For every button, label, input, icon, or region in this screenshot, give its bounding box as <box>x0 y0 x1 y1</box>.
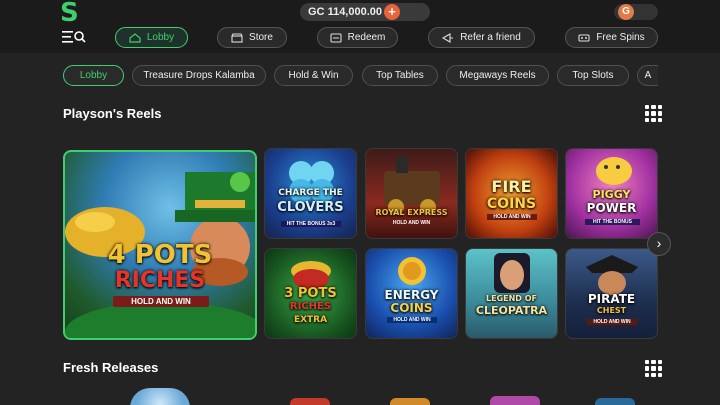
game-tile-peek[interactable] <box>290 398 330 405</box>
category-chip-more[interactable]: A <box>637 65 658 86</box>
game-tile-peek[interactable] <box>595 398 635 405</box>
category-chip-lobby[interactable]: Lobby <box>63 65 124 86</box>
category-row: Lobby Treasure Drops Kalamba Hold & Win … <box>0 62 720 88</box>
category-chip-megaways[interactable]: Megaways Reels <box>446 65 549 86</box>
game-title-line2: RICHES <box>289 301 332 312</box>
game-subtitle: HIT THE BONUS 3x3 <box>281 221 341 227</box>
game-tile-peek[interactable] <box>130 388 190 405</box>
profile-menu[interactable]: G <box>614 4 658 20</box>
avatar[interactable]: G <box>618 4 634 20</box>
game-title-line1: 4 POTS <box>107 240 213 270</box>
nav-redeem-label: Redeem <box>347 32 386 43</box>
currency-label: GC <box>308 6 325 18</box>
category-chip-top-tables[interactable]: Top Tables <box>362 65 438 86</box>
game-title-line1: PIRATE <box>587 292 636 306</box>
nav-store-button[interactable]: Store <box>217 27 287 48</box>
game-tile-3-pots-riches-extra[interactable]: 3 POTS RICHES EXTRA <box>264 248 357 339</box>
redeem-icon <box>330 32 342 43</box>
view-all-grid-icon[interactable] <box>645 360 662 377</box>
game-subtitle: HIT THE BONUS <box>585 219 640 225</box>
game-tile-charge-the-clovers[interactable]: CHARGE THE CLOVERS HIT THE BONUS 3x3 <box>264 148 357 239</box>
game-title-line2: CLEOPATRA <box>475 304 548 317</box>
balance-display: GC 114,000.00 + <box>300 3 430 21</box>
game-title-line1: 3 POTS <box>284 286 337 301</box>
game-title-line2: COINS <box>390 301 433 315</box>
game-tile-fire-coins[interactable]: FIRE COINS HOLD AND WIN <box>465 148 558 239</box>
store-icon <box>231 32 243 43</box>
nav-lobby-button[interactable]: Lobby <box>115 27 188 48</box>
game-title-line1: PIGGY <box>592 188 631 201</box>
menu-search-button[interactable] <box>62 29 86 45</box>
category-chip-top-slots[interactable]: Top Slots <box>557 65 629 86</box>
game-title-line1: ROYAL EXPRESS <box>375 208 448 217</box>
nav-redeem-button[interactable]: Redeem <box>317 27 398 48</box>
game-tile-peek[interactable] <box>490 396 540 405</box>
balance-value: 114,000.00 <box>327 6 383 18</box>
section-title-reels: Playson's Reels <box>63 106 162 121</box>
category-chip-treasure-drops[interactable]: Treasure Drops Kalamba <box>132 65 266 86</box>
game-title-line2: POWER <box>586 201 637 215</box>
game-tile-pirate-chest[interactable]: PIRATE CHEST HOLD AND WIN <box>565 248 658 339</box>
chevron-right-icon: › <box>656 235 662 251</box>
category-chip-hold-win[interactable]: Hold & Win <box>274 65 353 86</box>
nav-refer-button[interactable]: Refer a friend <box>428 27 535 48</box>
game-title-line3: EXTRA <box>293 315 328 325</box>
nav-lobby-label: Lobby <box>146 32 175 43</box>
game-subtitle: HOLD AND WIN <box>392 220 431 226</box>
game-tile-royal-express[interactable]: ROYAL EXPRESS HOLD AND WIN <box>365 148 458 239</box>
game-title-line2: CHEST <box>596 306 627 315</box>
game-title-line1: LEGEND OF <box>486 294 537 303</box>
refer-icon <box>442 32 454 43</box>
game-tile-legend-of-cleopatra[interactable]: LEGEND OF CLEOPATRA <box>465 248 558 339</box>
game-title-line1: ENERGY <box>384 288 439 302</box>
game-tile-peek[interactable] <box>390 398 430 405</box>
ticket-icon <box>578 33 590 42</box>
nav-free-spins-label: Free Spins <box>596 32 645 43</box>
game-title-line1: CHARGE THE <box>278 188 343 198</box>
game-title-line2: CLOVERS <box>277 200 344 215</box>
section-title-fresh: Fresh Releases <box>63 360 159 375</box>
game-title-line2: COINS <box>486 196 537 212</box>
carousel-next-button[interactable]: › <box>647 232 671 256</box>
menu-icon <box>62 31 86 43</box>
nav-refer-label: Refer a friend <box>460 32 521 43</box>
top-bar: S GC 114,000.00 + G Lobby Store Redeem R… <box>0 0 720 53</box>
game-subtitle: HOLD AND WIN <box>487 214 537 220</box>
nav-free-spins-button[interactable]: Free Spins <box>565 27 658 48</box>
game-tile-4-pots-riches[interactable]: 4 POTS RICHES HOLD AND WIN <box>63 150 257 340</box>
game-subtitle: HOLD AND WIN <box>387 317 437 323</box>
home-icon <box>129 32 141 43</box>
game-title-line1: FIRE <box>491 177 532 196</box>
nav-store-label: Store <box>249 32 273 43</box>
view-all-grid-icon[interactable] <box>645 105 662 122</box>
game-subtitle: HOLD AND WIN <box>587 319 637 325</box>
add-coins-button[interactable]: + <box>384 4 400 20</box>
game-title-line2: RICHES <box>114 268 206 293</box>
logo[interactable]: S <box>60 0 82 26</box>
game-subtitle: HOLD AND WIN <box>113 296 209 307</box>
game-tile-energy-coins[interactable]: ENERGY COINS HOLD AND WIN <box>365 248 458 339</box>
game-tile-piggy-power[interactable]: PIGGY POWER HIT THE BONUS <box>565 148 658 239</box>
